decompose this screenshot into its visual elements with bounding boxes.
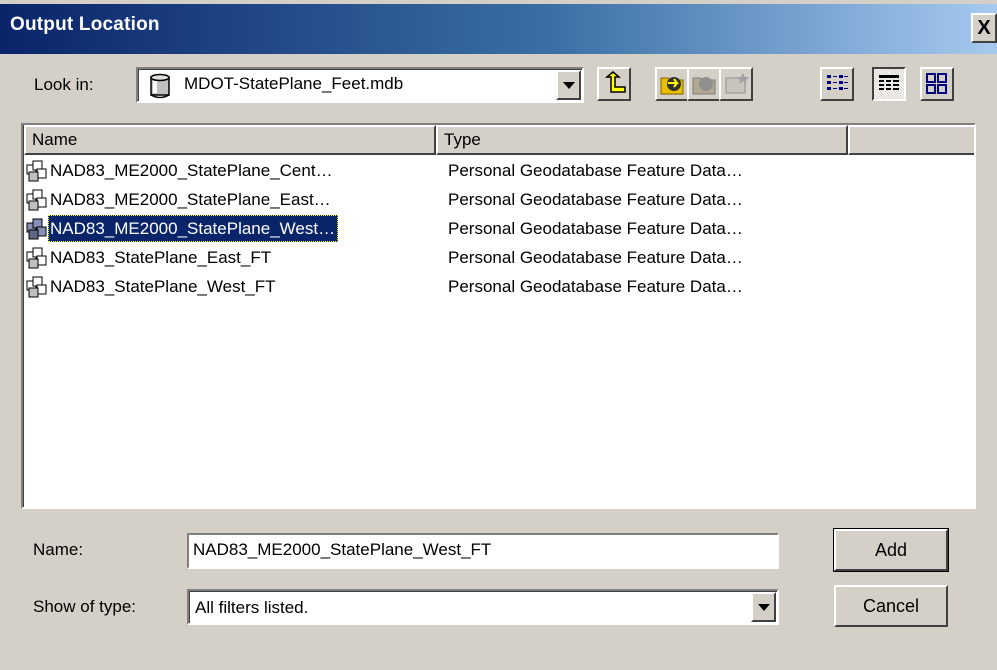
show-of-type-dropdown-button[interactable] [751,592,776,622]
list-item-type: Personal Geodatabase Feature Data… [448,277,743,296]
close-button[interactable]: X [971,13,997,43]
up-one-level-icon [604,71,626,93]
list-item-name: NAD83_ME2000_StatePlane_West… [48,215,339,242]
list-view-button[interactable] [820,67,854,101]
list-item-name: NAD83_StatePlane_West_FT [50,277,276,296]
column-header-empty[interactable] [848,125,974,155]
list-item-type: Personal Geodatabase Feature Data… [448,161,743,180]
details-view-icon [879,75,899,90]
feature-dataset-icon [26,276,48,298]
list-item-name: NAD83_ME2000_StatePlane_East… [50,190,331,209]
look-in-dropdown-button[interactable] [556,70,581,100]
list-item[interactable]: NAD83_StatePlane_East_FT Personal Geodat… [24,244,964,271]
list-item-type: Personal Geodatabase Feature Data… [448,190,743,209]
new-item-button[interactable] [719,67,753,101]
look-in-value: MDOT-StatePlane_Feet.mdb [184,74,404,93]
new-item-icon [725,73,749,94]
connect-folder-icon [660,77,684,95]
show-of-type-value: All filters listed. [195,598,309,617]
disconnect-folder-icon [692,77,716,95]
feature-dataset-icon [26,247,48,269]
file-list[interactable]: Name Type NAD83_ME2000_StatePlane_Cent… … [21,123,976,509]
feature-dataset-icon [26,189,48,211]
list-view-icon [827,75,848,90]
list-item[interactable]: NAD83_ME2000_StatePlane_East… Personal G… [24,186,964,213]
list-item-type: Personal Geodatabase Feature Data… [448,219,743,238]
show-of-type-combobox[interactable]: All filters listed. [187,589,779,625]
list-item[interactable]: NAD83_ME2000_StatePlane_Cent… Personal G… [24,157,964,184]
database-icon [148,73,172,99]
feature-dataset-icon [26,160,48,182]
details-view-button[interactable] [872,67,906,101]
connect-folder-button[interactable] [655,67,689,101]
output-location-dialog: Output Location X Look in: MDOT-StatePla… [0,0,997,670]
show-of-type-label: Show of type: [33,597,137,616]
add-button[interactable]: Add [833,528,949,572]
look-in-label: Look in: [34,75,94,94]
list-item-type: Personal Geodatabase Feature Data… [448,248,743,267]
feature-dataset-icon [26,218,48,240]
cancel-button[interactable]: Cancel [834,585,948,627]
column-header-name[interactable]: Name [24,125,436,155]
list-item-name: NAD83_StatePlane_East_FT [50,248,272,267]
name-label: Name: [33,540,84,559]
title-bar[interactable]: Output Location X [0,4,997,54]
name-field[interactable]: NAD83_ME2000_StatePlane_West_FT [187,533,779,569]
dialog-title: Output Location [10,14,160,35]
list-item[interactable]: NAD83_StatePlane_West_FT Personal Geodat… [24,273,964,300]
look-in-combobox[interactable]: MDOT-StatePlane_Feet.mdb [136,67,584,103]
up-one-level-button[interactable] [597,67,631,101]
list-item-selected[interactable]: NAD83_ME2000_StatePlane_West… Personal G… [24,215,964,242]
column-header-type[interactable]: Type [436,125,848,155]
disconnect-folder-button[interactable] [687,67,721,101]
thumbnails-view-icon [926,73,947,94]
list-item-name: NAD83_ME2000_StatePlane_Cent… [50,161,333,180]
thumbnails-view-button[interactable] [920,67,954,101]
